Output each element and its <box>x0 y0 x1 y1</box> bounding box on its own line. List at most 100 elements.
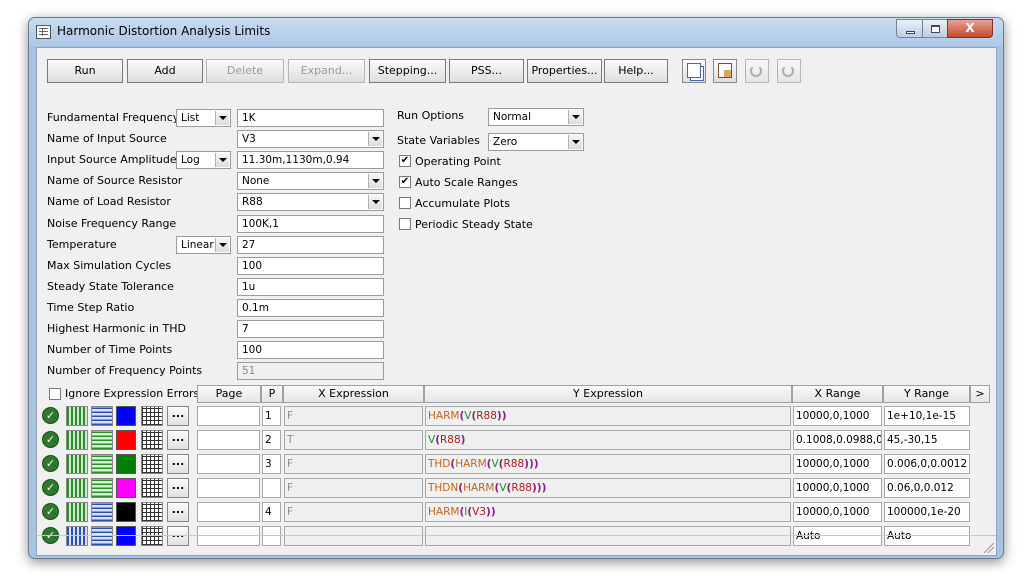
max-simulation-cycles-input[interactable]: 100 <box>237 256 384 275</box>
x-range-cell[interactable]: 0.1008,0.0988,0 <box>793 430 882 450</box>
table-format-icon[interactable] <box>141 430 163 450</box>
chevron-down-icon[interactable] <box>368 174 382 189</box>
point-style-icon[interactable] <box>91 478 113 498</box>
state-variables-select[interactable]: Zero <box>488 133 584 151</box>
help-button[interactable]: Help... <box>604 59 668 83</box>
x-range-cell[interactable]: 10000,0,1000 <box>793 454 882 474</box>
row-options-button[interactable]: ... <box>167 406 189 426</box>
periodic-steady-state-checkbox[interactable] <box>399 218 411 230</box>
auto-scale-ranges-checkbox[interactable]: ✔ <box>399 176 411 188</box>
column-header-more[interactable]: > <box>970 385 990 403</box>
name-of-input-source-select[interactable]: V3 <box>237 130 384 149</box>
properties-button[interactable]: Properties... <box>527 59 602 83</box>
p-cell[interactable]: 1 <box>262 406 281 426</box>
x-expression-cell[interactable]: T <box>284 430 423 450</box>
point-style-icon[interactable] <box>91 454 113 474</box>
run-button[interactable]: Run <box>47 59 123 83</box>
accumulate-plots-checkbox[interactable] <box>399 197 411 209</box>
row-options-button[interactable]: ... <box>167 502 189 522</box>
point-style-icon[interactable] <box>91 502 113 522</box>
point-style-icon[interactable] <box>91 430 113 450</box>
x-expression-cell[interactable]: F <box>284 502 423 522</box>
operating-point-checkbox[interactable]: ✔ <box>399 155 411 167</box>
enabled-check-icon[interactable]: ✓ <box>42 407 59 424</box>
stepping-button[interactable]: Stepping... <box>369 59 446 83</box>
color-swatch[interactable] <box>116 502 136 522</box>
color-swatch[interactable] <box>116 454 136 474</box>
curve-style-icon[interactable] <box>66 502 88 522</box>
time-step-ratio-input[interactable]: 0.1m <box>237 298 384 317</box>
minimize-button[interactable] <box>896 19 923 38</box>
temperature-input[interactable]: 27 <box>237 235 384 254</box>
redo-button[interactable] <box>777 59 801 83</box>
name-of-source-resistor-select[interactable]: None <box>237 172 384 191</box>
table-format-icon[interactable] <box>141 406 163 426</box>
enabled-check-icon[interactable]: ✓ <box>42 503 59 520</box>
enabled-check-icon[interactable]: ✓ <box>42 431 59 448</box>
input-source-amplitude-input[interactable]: 11.30m,1130m,0.94 <box>237 151 384 170</box>
row-options-button[interactable]: ... <box>167 454 189 474</box>
p-cell[interactable] <box>262 478 281 498</box>
expand-button[interactable]: Expand... <box>288 59 365 83</box>
y-expression-cell[interactable]: THDN(HARM(V(R88))) <box>425 478 791 498</box>
row-options-button[interactable]: ... <box>167 430 189 450</box>
name-of-load-resistor-select[interactable]: R88 <box>237 193 384 212</box>
chevron-down-icon[interactable] <box>568 110 582 124</box>
add-button[interactable]: Add <box>127 59 203 83</box>
pss-button[interactable]: PSS... <box>449 59 524 83</box>
p-cell[interactable]: 2 <box>262 430 281 450</box>
close-button[interactable]: X <box>947 19 993 38</box>
run-options-select[interactable]: Normal <box>488 108 584 126</box>
delete-button[interactable]: Delete <box>206 59 284 83</box>
curve-style-icon[interactable] <box>66 454 88 474</box>
page-cell[interactable] <box>197 430 260 450</box>
x-range-cell[interactable]: 10000,0,1000 <box>793 406 882 426</box>
color-swatch[interactable] <box>116 430 136 450</box>
chevron-down-icon[interactable] <box>568 135 582 149</box>
maximize-button[interactable] <box>922 19 948 38</box>
ignore-expression-errors-checkbox[interactable] <box>49 388 61 400</box>
enabled-check-icon[interactable]: ✓ <box>42 479 59 496</box>
copy-button[interactable] <box>682 59 706 83</box>
number-of-time-points-input[interactable]: 100 <box>237 341 384 360</box>
chevron-down-icon[interactable] <box>368 132 382 147</box>
y-range-cell[interactable]: 1e+10,1e-15 <box>884 406 970 426</box>
table-format-icon[interactable] <box>141 454 163 474</box>
point-style-icon[interactable] <box>91 406 113 426</box>
fundamental-frequency-mode-select[interactable]: List <box>176 109 231 127</box>
y-expression-cell[interactable]: THD(HARM(V(R88))) <box>425 454 791 474</box>
color-swatch[interactable] <box>116 406 136 426</box>
input-source-amplitude-mode-select[interactable]: Log <box>176 151 231 170</box>
y-range-cell[interactable]: 100000,1e-20 <box>884 502 970 522</box>
chevron-down-icon[interactable] <box>368 195 382 210</box>
steady-state-tolerance-input[interactable]: 1u <box>237 277 384 296</box>
chevron-down-icon[interactable] <box>215 153 229 168</box>
chevron-down-icon[interactable] <box>215 237 229 252</box>
highest-harmonic-in-thd-input[interactable]: 7 <box>237 320 384 338</box>
paste-button[interactable] <box>713 59 737 83</box>
resize-grip-icon[interactable] <box>982 541 994 553</box>
undo-button[interactable] <box>745 59 769 83</box>
page-cell[interactable] <box>197 478 260 498</box>
x-expression-cell[interactable]: F <box>284 406 423 426</box>
y-expression-cell[interactable]: HARM(V(R88)) <box>425 406 791 426</box>
x-expression-cell[interactable]: F <box>284 478 423 498</box>
fundamental-frequency-input[interactable]: 1K <box>237 109 384 127</box>
y-range-cell[interactable]: 0.006,0,0.0012 <box>884 454 970 474</box>
y-expression-cell[interactable]: V(R88) <box>425 430 791 450</box>
table-format-icon[interactable] <box>141 502 163 522</box>
table-format-icon[interactable] <box>141 478 163 498</box>
x-expression-cell[interactable]: F <box>284 454 423 474</box>
y-range-cell[interactable]: 0.06,0,0.012 <box>884 478 970 498</box>
noise-frequency-range-input[interactable]: 100K,1 <box>237 214 384 233</box>
p-cell[interactable]: 4 <box>262 502 281 522</box>
y-range-cell[interactable]: 45,-30,15 <box>884 430 970 450</box>
curve-style-icon[interactable] <box>66 406 88 426</box>
page-cell[interactable] <box>197 502 260 522</box>
row-options-button[interactable]: ... <box>167 478 189 498</box>
curve-style-icon[interactable] <box>66 430 88 450</box>
color-swatch[interactable] <box>116 478 136 498</box>
x-range-cell[interactable]: 10000,0,1000 <box>793 502 882 522</box>
x-range-cell[interactable]: 10000,0,1000 <box>793 478 882 498</box>
y-expression-cell[interactable]: HARM(I(V3)) <box>425 502 791 522</box>
